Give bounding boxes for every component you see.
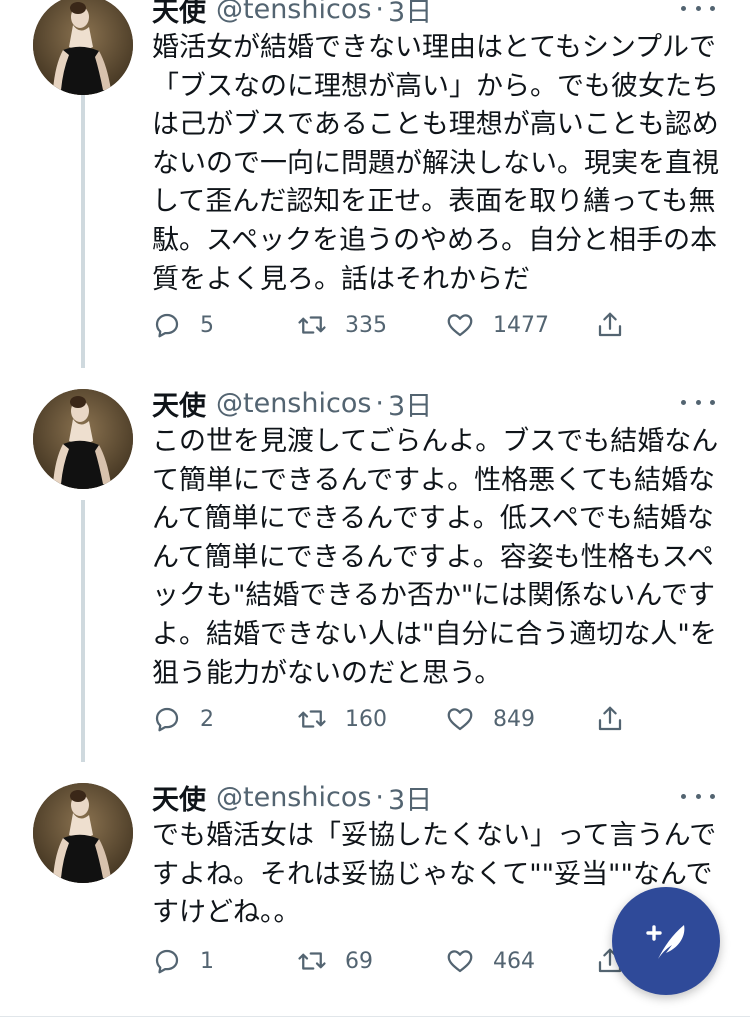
- reply-count: 1: [200, 948, 214, 974]
- tweet-actions: 1 69 464: [152, 941, 632, 981]
- reply-count: 5: [200, 312, 214, 338]
- share-icon: [598, 706, 622, 731]
- tweet-header: 天使 @tenshicos · 3日: [152, 777, 432, 817]
- tweet-text: 婚活女が結婚できない理由はとてもシンプルで「ブスなのに理想が高い」から。でも彼女…: [152, 32, 719, 295]
- timestamp[interactable]: 3日: [388, 0, 432, 29]
- retweet-count: 69: [345, 948, 373, 974]
- like-count: 464: [493, 948, 535, 974]
- tweet[interactable]: 天使 @tenshicos · 3日 この世を見渡してごらんよ。ブスでも結婚なん…: [0, 383, 750, 763]
- separator: ·: [375, 387, 385, 419]
- portrait-avatar-image: [33, 389, 133, 489]
- like-count: 1477: [493, 312, 549, 338]
- retweet-button[interactable]: 335: [297, 305, 387, 345]
- heart-icon: [447, 708, 473, 731]
- portrait-avatar-image: [33, 783, 133, 883]
- separator: ·: [375, 781, 385, 813]
- retweet-button[interactable]: 69: [297, 941, 373, 981]
- more-options-icon[interactable]: [681, 389, 715, 415]
- more-options-icon[interactable]: [681, 783, 715, 809]
- reply-button[interactable]: 2: [152, 699, 214, 739]
- display-name[interactable]: 天使: [152, 384, 206, 423]
- display-name[interactable]: 天使: [152, 0, 206, 29]
- retweet-count: 160: [345, 706, 387, 732]
- share-button[interactable]: [595, 305, 625, 345]
- share-button[interactable]: [595, 699, 625, 739]
- like-count: 849: [493, 706, 535, 732]
- retweet-icon: [298, 316, 326, 334]
- reply-icon: [155, 313, 179, 338]
- like-button[interactable]: 1477: [445, 305, 549, 345]
- like-button[interactable]: 464: [445, 941, 535, 981]
- more-options-icon[interactable]: [681, 0, 715, 21]
- reply-button[interactable]: 1: [152, 941, 214, 981]
- timestamp[interactable]: 3日: [388, 778, 432, 817]
- tweet[interactable]: 天使 @tenshicos · 3日 婚活女が結婚できない理由はとてもシンプルで…: [0, 0, 750, 359]
- reply-icon: [155, 949, 179, 974]
- compose-tweet-button[interactable]: [612, 887, 720, 995]
- retweet-icon: [298, 952, 326, 970]
- reply-count: 2: [200, 706, 214, 732]
- retweet-count: 335: [345, 312, 387, 338]
- user-handle[interactable]: @tenshicos: [216, 0, 371, 25]
- divider: [0, 1016, 750, 1017]
- tweet-header: 天使 @tenshicos · 3日: [152, 0, 432, 29]
- user-handle[interactable]: @tenshicos: [216, 782, 371, 813]
- tweet-text: この世を見渡してごらんよ。ブスでも結婚なんて簡単にできるんですよ。性格悪くても結…: [152, 426, 719, 689]
- tweet-header: 天使 @tenshicos · 3日: [152, 383, 432, 423]
- avatar[interactable]: [33, 0, 133, 95]
- display-name[interactable]: 天使: [152, 778, 206, 817]
- portrait-avatar-image: [33, 0, 133, 95]
- heart-icon: [447, 314, 473, 337]
- retweet-button[interactable]: 160: [297, 699, 387, 739]
- share-icon: [598, 312, 622, 337]
- avatar[interactable]: [33, 783, 133, 883]
- tweet-actions: 2 160 849: [152, 699, 632, 739]
- tweet-actions: 5 335 1477: [152, 305, 632, 345]
- timestamp[interactable]: 3日: [388, 384, 432, 423]
- compose-tweet-icon: [646, 925, 685, 959]
- retweet-icon: [298, 710, 326, 728]
- separator: ·: [375, 0, 385, 25]
- heart-icon: [447, 950, 473, 973]
- reply-button[interactable]: 5: [152, 305, 214, 345]
- like-button[interactable]: 849: [445, 699, 535, 739]
- avatar[interactable]: [33, 389, 133, 489]
- reply-icon: [155, 707, 179, 732]
- user-handle[interactable]: @tenshicos: [216, 388, 371, 419]
